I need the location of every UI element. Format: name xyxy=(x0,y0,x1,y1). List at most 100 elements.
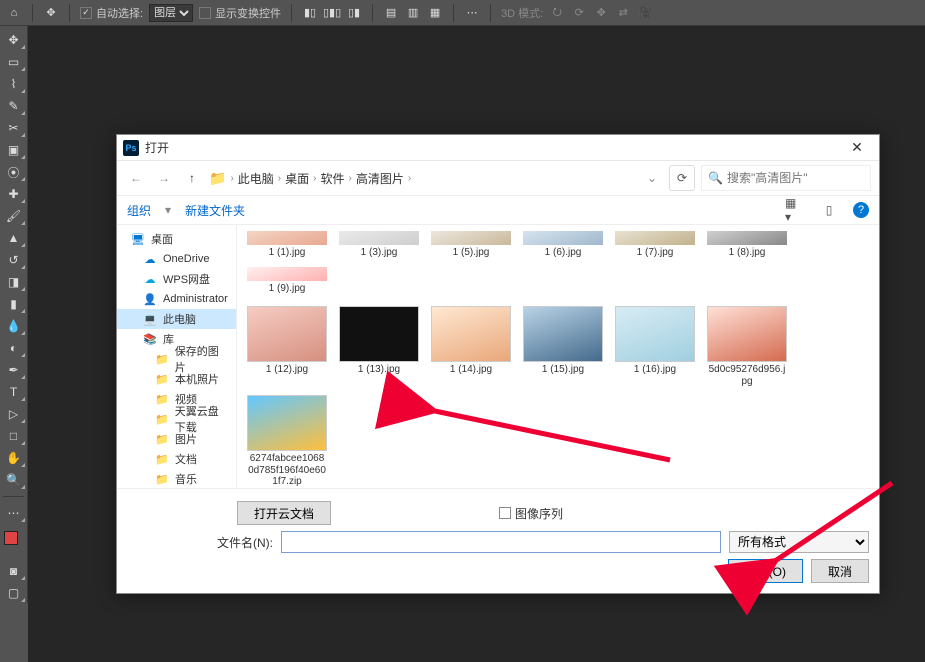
file-item[interactable]: 1 (1).jpg xyxy=(245,229,329,261)
file-name: 1 (3).jpg xyxy=(361,247,398,259)
file-item[interactable]: 5d0c95276d956.jpg xyxy=(705,304,789,389)
type-tool[interactable]: T xyxy=(2,382,26,402)
healing-tool[interactable]: ✚ xyxy=(2,184,26,204)
hand-tool[interactable]: ✋ xyxy=(2,448,26,468)
checkbox-icon xyxy=(499,507,511,519)
auto-select-label: 自动选择: xyxy=(96,5,143,21)
blur-tool[interactable]: 💧 xyxy=(2,316,26,336)
file-grid[interactable]: 1 (1).jpg 1 (3).jpg 1 (5).jpg1 (6).jpg1 (7… xyxy=(237,225,879,488)
folder-icon: 📁 xyxy=(155,453,169,466)
file-name: 1 (16).jpg xyxy=(634,364,676,376)
filename-input[interactable] xyxy=(281,531,721,553)
nav-back-icon[interactable]: ← xyxy=(125,167,147,189)
search-box[interactable]: 🔍 xyxy=(701,165,871,191)
file-item[interactable]: 1 (14).jpg xyxy=(429,304,513,389)
path-select-tool[interactable]: ▷ xyxy=(2,404,26,424)
sidebar-item[interactable]: ☁OneDrive xyxy=(117,249,236,269)
align-center-icon[interactable]: ▯▮▯ xyxy=(324,5,340,21)
sidebar-item[interactable]: 👤Administrator xyxy=(117,289,236,309)
file-item[interactable]: 6274fabcee10680d785f196f40e601f7.zip xyxy=(245,393,329,488)
sidebar-item[interactable]: 📁天翼云盘下载 xyxy=(117,409,236,429)
file-item[interactable]: 1 (16).jpg xyxy=(613,304,697,389)
distribute-icon[interactable]: ⋯ xyxy=(464,5,480,21)
screen-mode[interactable]: ▢ xyxy=(2,583,26,603)
shape-tool[interactable]: □ xyxy=(2,426,26,446)
eraser-tool[interactable]: ◨ xyxy=(2,272,26,292)
gradient-tool[interactable]: ▮ xyxy=(2,294,26,314)
breadcrumb-seg[interactable]: 软件 xyxy=(321,170,345,187)
app-icon: Ps xyxy=(123,140,139,156)
file-item[interactable]: 1 (12).jpg xyxy=(245,304,329,389)
sidebar-item[interactable]: ☁WPS网盘 xyxy=(117,269,236,289)
move-tool-icon[interactable]: ✥ xyxy=(43,5,59,21)
sidebar-item[interactable]: 📁 文档 xyxy=(117,449,236,469)
breadcrumb[interactable]: 📁 › 此电脑 › 桌面 › 软件 › 高清图片 › xyxy=(209,170,635,187)
auto-select-checkbox[interactable]: 自动选择: xyxy=(80,5,143,21)
view-mode-icon[interactable]: ▦ ▾ xyxy=(785,200,805,220)
file-item[interactable]: 1 (6).jpg xyxy=(521,229,605,261)
lasso-tool[interactable]: ⌇ xyxy=(2,74,26,94)
show-transform-checkbox[interactable]: 显示变换控件 xyxy=(199,5,281,21)
refresh-icon[interactable]: ⟳ xyxy=(669,165,695,191)
close-icon[interactable]: ✕ xyxy=(841,139,873,156)
image-sequence-label: 图像序列 xyxy=(515,505,563,522)
sidebar-item[interactable]: 📁保存的图片 xyxy=(117,349,236,369)
file-item[interactable]: 1 (13).jpg xyxy=(337,304,421,389)
file-item[interactable]: 1 (3).jpg xyxy=(337,229,421,261)
dodge-tool[interactable]: ◐ xyxy=(2,338,26,358)
nav-up-icon[interactable]: ↑ xyxy=(181,167,203,189)
brush-tool[interactable]: 🖌 xyxy=(2,206,26,226)
search-input[interactable] xyxy=(727,171,864,185)
image-sequence-checkbox[interactable]: 图像序列 xyxy=(499,505,563,522)
history-brush-tool[interactable]: ↺ xyxy=(2,250,26,270)
edit-toolbar[interactable]: ⋯ xyxy=(2,503,26,523)
preview-pane-icon[interactable]: ▯ xyxy=(819,200,839,220)
open-button[interactable]: 打开(O) xyxy=(728,559,803,583)
align-top-icon[interactable]: ▤ xyxy=(383,5,399,21)
file-item[interactable]: 1 (5).jpg xyxy=(429,229,513,261)
sidebar-item[interactable]: 📁本机照片 xyxy=(117,369,236,389)
new-folder-button[interactable]: 新建文件夹 xyxy=(185,202,245,219)
align-bottom-icon[interactable]: ▦ xyxy=(427,5,443,21)
cancel-button[interactable]: 取消 xyxy=(811,559,869,583)
color-swatch[interactable] xyxy=(4,531,24,551)
breadcrumb-seg[interactable]: 桌面 xyxy=(285,170,309,187)
eyedropper-tool[interactable]: ⦿ xyxy=(2,162,26,182)
quick-select-tool[interactable]: ✎ xyxy=(2,96,26,116)
sidebar-item-label: 文档 xyxy=(175,451,197,467)
move-tool[interactable]: ✥ xyxy=(2,30,26,50)
breadcrumb-seg[interactable]: 此电脑 xyxy=(238,170,274,187)
file-item[interactable]: 1 (8).jpg xyxy=(705,229,789,261)
nav-row: ← → ↑ 📁 › 此电脑 › 桌面 › 软件 › 高清图片 › ⌄ ⟳ 🔍 xyxy=(117,161,879,195)
sidebar-item[interactable]: 💻此电脑 xyxy=(117,309,236,329)
help-icon[interactable]: ? xyxy=(853,202,869,218)
align-left-icon[interactable]: ▮▯ xyxy=(302,5,318,21)
format-select[interactable]: 所有格式 xyxy=(729,531,869,553)
file-item[interactable]: 1 (9).jpg xyxy=(245,265,329,297)
crop-tool[interactable]: ✂ xyxy=(2,118,26,138)
sidebar-item[interactable]: 📁音乐 xyxy=(117,469,236,488)
breadcrumb-dropdown-icon[interactable]: ⌄ xyxy=(641,167,663,189)
file-name: 5d0c95276d956.jpg xyxy=(707,364,787,387)
file-item[interactable]: 1 (7).jpg xyxy=(613,229,697,261)
home-icon[interactable]: ⌂ xyxy=(6,5,22,21)
frame-tool[interactable]: ▣ xyxy=(2,140,26,160)
breadcrumb-seg[interactable]: 高清图片 xyxy=(356,170,404,187)
open-cloud-button[interactable]: 打开云文档 xyxy=(237,501,331,525)
quick-mask[interactable]: ◙ xyxy=(2,561,26,581)
pc-icon: 💻 xyxy=(143,313,157,326)
file-thumbnail xyxy=(523,231,603,245)
file-item[interactable]: 1 (15).jpg xyxy=(521,304,605,389)
layer-target-select[interactable]: 图层 xyxy=(149,4,193,22)
organize-menu[interactable]: 组织 xyxy=(127,202,151,219)
dialog-titlebar[interactable]: Ps 打开 ✕ xyxy=(117,135,879,161)
sidebar-item-label: 库 xyxy=(163,331,174,347)
pen-tool[interactable]: ✒ xyxy=(2,360,26,380)
stamp-tool[interactable]: ▲ xyxy=(2,228,26,248)
mode3d-label: 3D 模式: xyxy=(501,5,543,21)
zoom-tool[interactable]: 🔍 xyxy=(2,470,26,490)
align-right-icon[interactable]: ▯▮ xyxy=(346,5,362,21)
align-middle-icon[interactable]: ▥ xyxy=(405,5,421,21)
sidebar-item[interactable]: 🖥桌面 xyxy=(117,229,236,249)
marquee-tool[interactable]: ▭ xyxy=(2,52,26,72)
